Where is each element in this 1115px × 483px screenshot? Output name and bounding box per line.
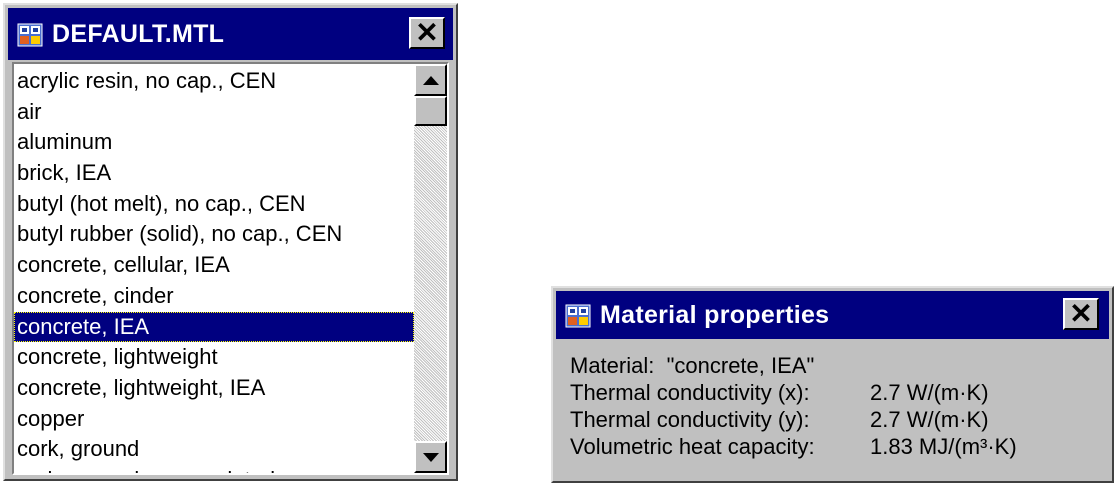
list-item[interactable]: concrete, lightweight, IEA	[14, 373, 414, 404]
property-row: Thermal conductivity (y): 2.7 W/(m·K)	[570, 406, 1017, 433]
properties-window-titlebar[interactable]: Material properties ✕	[556, 291, 1109, 339]
list-item[interactable]: butyl rubber (solid), no cap., CEN	[14, 219, 414, 250]
list-item[interactable]: acrylic resin, no cap., CEN	[14, 66, 414, 97]
list-item[interactable]: cork, ground	[14, 434, 414, 465]
material-listbox[interactable]: acrylic resin, no cap., CEN air aluminum br…	[12, 62, 449, 475]
scroll-thumb[interactable]	[414, 96, 447, 126]
list-window-title: DEFAULT.MTL	[52, 19, 225, 48]
list-item[interactable]: concrete, cinder	[14, 281, 414, 312]
property-row: Thermal conductivity (x): 2.7 W/(m·K)	[570, 379, 1017, 406]
list-item[interactable]: brick, IEA	[14, 158, 414, 189]
close-icon: ✕	[415, 17, 439, 48]
list-item[interactable]: cork, ground, regranulated	[14, 465, 414, 473]
material-name-text: Material: "concrete, IEA"	[570, 353, 815, 378]
list-window-titlebar[interactable]: DEFAULT.MTL ✕	[8, 8, 453, 60]
property-row: Volumetric heat capacity: 1.83 MJ/(m³·K)	[570, 433, 1017, 460]
material-list-items: acrylic resin, no cap., CEN air aluminum br…	[14, 66, 414, 473]
property-value: 1.83 MJ/(m³·K)	[870, 434, 1017, 459]
property-value: 2.7 W/(m·K)	[870, 407, 989, 432]
properties-panel: Material: "concrete, IEA" Thermal conduc…	[570, 352, 1017, 460]
list-window-close-button[interactable]: ✕	[409, 17, 445, 49]
list-item[interactable]: air	[14, 97, 414, 128]
arrow-up-icon	[422, 75, 439, 85]
list-item[interactable]: copper	[14, 404, 414, 435]
material-properties-window: Material properties ✕ Material: "concret…	[551, 286, 1114, 483]
properties-window-title: Material properties	[600, 300, 830, 329]
vertical-scrollbar[interactable]	[414, 64, 447, 473]
list-item[interactable]: butyl (hot melt), no cap., CEN	[14, 189, 414, 220]
material-name-row: Material: "concrete, IEA"	[570, 352, 1017, 379]
close-icon: ✕	[1069, 298, 1093, 329]
scroll-down-button[interactable]	[414, 441, 447, 473]
arrow-down-icon	[422, 452, 439, 462]
list-item[interactable]: concrete, lightweight	[14, 342, 414, 373]
properties-window-close-button[interactable]: ✕	[1063, 298, 1099, 330]
scroll-up-button[interactable]	[414, 64, 447, 96]
property-label: Thermal conductivity (x):	[570, 380, 810, 405]
material-list-window: DEFAULT.MTL ✕ acrylic resin, no cap., CE…	[3, 3, 458, 481]
property-label: Volumetric heat capacity:	[570, 434, 815, 459]
app-icon	[17, 23, 43, 47]
list-item[interactable]: aluminum	[14, 127, 414, 158]
app-icon	[565, 304, 591, 328]
property-value: 2.7 W/(m·K)	[870, 380, 989, 405]
property-label: Thermal conductivity (y):	[570, 407, 810, 432]
list-item-selected[interactable]: concrete, IEA	[14, 311, 414, 343]
list-item[interactable]: concrete, cellular, IEA	[14, 250, 414, 281]
